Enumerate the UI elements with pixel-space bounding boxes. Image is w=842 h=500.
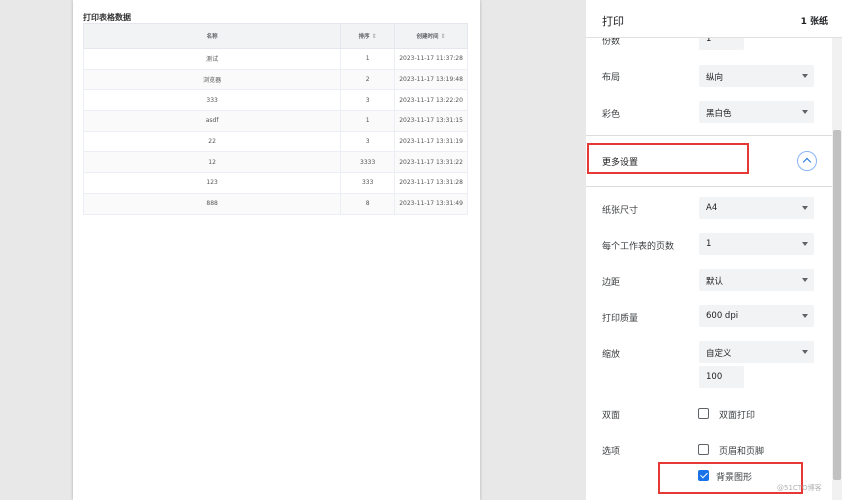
divider — [586, 135, 832, 136]
scale-input[interactable]: 100 — [699, 366, 744, 388]
table-row: 123 333 2023-11-17 13:31:28 — [82, 172, 468, 194]
table-cell: 3333 — [340, 151, 396, 174]
table-cell: 2023-11-17 13:31:49 — [394, 192, 468, 215]
table-row: 333 3 2023-11-17 13:22:20 — [82, 89, 468, 112]
table-row: 22 3 2023-11-17 13:31:19 — [82, 130, 468, 153]
chevron-down-icon — [802, 206, 808, 210]
table-cell: 2 — [340, 68, 396, 91]
table-cell: 22 — [82, 130, 342, 153]
document-title: 打印表格数据 — [83, 13, 131, 22]
table-row: 888 8 2023-11-17 13:31:49 — [82, 192, 468, 215]
options-label: 选项 — [602, 447, 621, 457]
table-cell: 测试 — [82, 48, 342, 70]
quality-label: 打印质量 — [602, 314, 639, 324]
table-row: asdf 1 2023-11-17 13:31:15 — [82, 110, 468, 132]
chevron-up-icon — [802, 157, 812, 167]
layout-select[interactable]: 纵向 — [699, 65, 814, 87]
table-cell: 2023-11-17 13:31:22 — [394, 151, 468, 174]
table-row: 12 3333 2023-11-17 13:31:22 — [82, 151, 468, 174]
table-cell: 8 — [340, 192, 396, 215]
sheet-count: 1 张纸 — [800, 17, 828, 27]
column-header-created: 创建时间 ⇕ — [394, 23, 468, 49]
table-cell: 2023-11-17 13:31:28 — [394, 172, 468, 194]
divider — [586, 186, 832, 187]
table-row: 浏览器 2 2023-11-17 13:19:48 — [82, 68, 468, 91]
table-cell: 2023-11-17 13:19:48 — [394, 68, 468, 91]
table-cell: 2023-11-17 13:31:19 — [394, 130, 468, 153]
table-cell: 2023-11-17 13:22:20 — [394, 89, 468, 112]
margins-label: 边距 — [602, 278, 621, 288]
table-cell: 1 — [340, 48, 396, 70]
header-footer-label[interactable]: 页眉和页脚 — [719, 444, 764, 457]
collapse-button[interactable] — [797, 151, 817, 171]
chevron-down-icon — [802, 314, 808, 318]
pages-per-sheet-select[interactable]: 1 — [699, 233, 814, 255]
table-cell: 2023-11-17 11:37:28 — [394, 48, 468, 70]
quality-select[interactable]: 600 dpi — [699, 305, 814, 327]
paper-size-label: 纸张尺寸 — [602, 206, 639, 216]
table-cell: 888 — [82, 192, 342, 215]
chevron-down-icon — [802, 242, 808, 246]
sort-icon: ⇕ — [440, 33, 446, 40]
preview-page: 打印表格数据 名称 排序 ⇕ 创建时间 ⇕ 测试 1 2023-11-17 11:3… — [73, 0, 480, 500]
duplex-label: 双面 — [602, 411, 621, 421]
chevron-down-icon — [802, 350, 808, 354]
settings-header: 打印 1 张纸 — [586, 0, 842, 38]
scale-select[interactable]: 自定义 — [699, 341, 814, 363]
watermark: @51CTO博客 — [777, 484, 822, 492]
table-cell: 1 — [340, 110, 396, 132]
table-cell: 浏览器 — [82, 68, 342, 91]
margins-select[interactable]: 默认 — [699, 269, 814, 291]
settings-title: 打印 — [602, 15, 624, 28]
scrollbar-thumb[interactable] — [833, 130, 841, 480]
color-select[interactable]: 黑白色 — [699, 101, 814, 123]
print-settings-pane: 打印 1 张纸 份数 1 布局 纵向 彩色 黑白色 更多设置 纸张尺寸 A4 每… — [586, 0, 842, 500]
header-footer-checkbox[interactable] — [698, 444, 709, 455]
table-cell: asdf — [82, 110, 342, 132]
table-cell: 2023-11-17 13:31:15 — [394, 110, 468, 132]
layout-label: 布局 — [602, 73, 621, 83]
scale-label: 缩放 — [602, 350, 621, 360]
duplex-option-label[interactable]: 双面打印 — [719, 408, 755, 421]
table-header-row: 名称 排序 ⇕ 创建时间 ⇕ — [82, 23, 468, 49]
table-cell: 333 — [340, 172, 396, 194]
table-cell: 3 — [340, 89, 396, 112]
paper-size-select[interactable]: A4 — [699, 197, 814, 219]
table-cell: 12 — [82, 151, 342, 174]
duplex-checkbox[interactable] — [698, 408, 709, 419]
chevron-down-icon — [802, 278, 808, 282]
highlight-box — [587, 143, 749, 174]
table-cell: 3 — [340, 130, 396, 153]
table-cell: 123 — [82, 172, 342, 194]
column-header-name: 名称 — [82, 23, 342, 49]
data-table: 名称 排序 ⇕ 创建时间 ⇕ 测试 1 2023-11-17 11:37:28 浏览… — [82, 23, 468, 215]
print-preview-pane: 打印表格数据 名称 排序 ⇕ 创建时间 ⇕ 测试 1 2023-11-17 11:3… — [0, 0, 586, 500]
table-row: 测试 1 2023-11-17 11:37:28 — [82, 48, 468, 70]
pages-per-sheet-label: 每个工作表的页数 — [602, 242, 675, 252]
column-header-order: 排序 ⇕ — [340, 23, 396, 49]
chevron-down-icon — [802, 74, 808, 78]
sort-icon: ⇕ — [371, 33, 377, 40]
color-label: 彩色 — [602, 110, 621, 120]
table-cell: 333 — [82, 89, 342, 112]
chevron-down-icon — [802, 110, 808, 114]
